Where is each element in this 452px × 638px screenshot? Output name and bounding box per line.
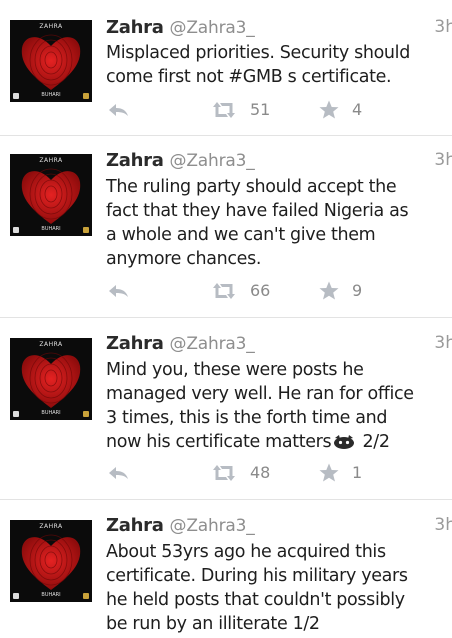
retweet-count: 48 bbox=[250, 463, 271, 482]
retweet-icon[interactable] bbox=[211, 280, 237, 306]
avatar[interactable]: ZAHRA BUHARI bbox=[10, 154, 92, 236]
tweet-actions: 48 1 bbox=[0, 462, 452, 484]
avatar-top-label: ZAHRA bbox=[39, 341, 63, 348]
retweet-count: 66 bbox=[250, 281, 271, 300]
tweet-time: 3h bbox=[434, 17, 452, 37]
reply-icon[interactable] bbox=[106, 462, 130, 488]
avatar-bottom-label: BUHARI bbox=[41, 92, 61, 98]
avatar-bottom-label: BUHARI bbox=[41, 592, 61, 598]
author-handle[interactable]: @Zahra3_ bbox=[170, 18, 255, 38]
tweet-actions: 66 9 bbox=[0, 280, 452, 302]
author-handle[interactable]: @Zahra3_ bbox=[170, 516, 255, 536]
avatar-top-label: ZAHRA bbox=[39, 23, 63, 30]
author-name[interactable]: Zahra bbox=[106, 515, 164, 536]
favorite-count: 4 bbox=[352, 100, 363, 119]
tweet-text-suffix: 2/2 bbox=[362, 432, 390, 452]
avatar-top-label: ZAHRA bbox=[39, 523, 63, 530]
author-handle[interactable]: @Zahra3_ bbox=[170, 334, 255, 354]
retweet-icon[interactable] bbox=[211, 462, 237, 488]
tweet[interactable]: ZAHRA BUHARI Zahra @Zahra3_ 3h The ruling… bbox=[0, 136, 452, 318]
tweet-time: 3h bbox=[434, 333, 452, 353]
favorite-count: 9 bbox=[352, 281, 363, 300]
tweet-header: Zahra @Zahra3_ 3h bbox=[106, 333, 452, 357]
tweet-actions: 51 4 bbox=[0, 99, 452, 121]
avatar[interactable]: ZAHRA BUHARI bbox=[10, 338, 92, 420]
heart-fingerprint-image bbox=[21, 534, 81, 590]
retweet-count: 51 bbox=[250, 100, 271, 119]
reply-icon[interactable] bbox=[106, 280, 130, 306]
tweet-time: 3h bbox=[434, 150, 452, 170]
tweet[interactable]: ZAHRA BUHARI Zahra @Zahra3_ 3h About 53yr… bbox=[0, 500, 452, 638]
avatar-bottom-label: BUHARI bbox=[41, 226, 61, 232]
ok-hand-emoji-icon bbox=[332, 433, 356, 457]
author-name[interactable]: Zahra bbox=[106, 150, 164, 171]
tweet-header: Zahra @Zahra3_ 3h bbox=[106, 515, 452, 539]
author-name[interactable]: Zahra bbox=[106, 17, 164, 38]
tweet-header: Zahra @Zahra3_ 3h bbox=[106, 17, 452, 41]
favorite-count: 1 bbox=[352, 463, 363, 482]
star-icon[interactable] bbox=[318, 462, 340, 488]
avatar-top-label: ZAHRA bbox=[39, 157, 63, 164]
tweet-text: About 53yrs ago he acquired this certifi… bbox=[106, 542, 408, 634]
star-icon[interactable] bbox=[318, 99, 340, 125]
avatar[interactable]: ZAHRA BUHARI bbox=[10, 20, 92, 102]
avatar-corner-mark bbox=[13, 411, 19, 417]
author-name[interactable]: Zahra bbox=[106, 333, 164, 354]
author-handle[interactable]: @Zahra3_ bbox=[170, 151, 255, 171]
tweet-feed: ZAHRA BUHARI Zahra @Zahra3_ 3h Misplaced … bbox=[0, 0, 452, 638]
tweet-time: 3h bbox=[434, 515, 452, 535]
tweet[interactable]: ZAHRA BUHARI Zahra @Zahra3_ 3h Misplaced … bbox=[0, 0, 452, 136]
retweet-icon[interactable] bbox=[211, 99, 237, 125]
heart-fingerprint-image bbox=[21, 352, 81, 408]
avatar-bottom-label: BUHARI bbox=[41, 410, 61, 416]
avatar-corner-mark bbox=[13, 593, 19, 599]
star-icon[interactable] bbox=[318, 280, 340, 306]
heart-fingerprint-image bbox=[21, 34, 81, 90]
avatar-corner-mark bbox=[83, 227, 89, 233]
reply-icon[interactable] bbox=[106, 99, 130, 125]
tweet-text: Misplaced priorities. Security should co… bbox=[106, 43, 410, 87]
avatar-corner-mark bbox=[83, 593, 89, 599]
tweet-header: Zahra @Zahra3_ 3h bbox=[106, 150, 452, 174]
avatar[interactable]: ZAHRA BUHARI bbox=[10, 520, 92, 602]
avatar-corner-mark bbox=[13, 227, 19, 233]
heart-fingerprint-image bbox=[21, 168, 81, 224]
tweet[interactable]: ZAHRA BUHARI Zahra @Zahra3_ 3h Mind you, … bbox=[0, 318, 452, 500]
tweet-text: Mind you, these were posts he managed ve… bbox=[106, 358, 452, 457]
tweet-text: The ruling party should accept the fact … bbox=[106, 177, 409, 269]
avatar-corner-mark bbox=[83, 411, 89, 417]
